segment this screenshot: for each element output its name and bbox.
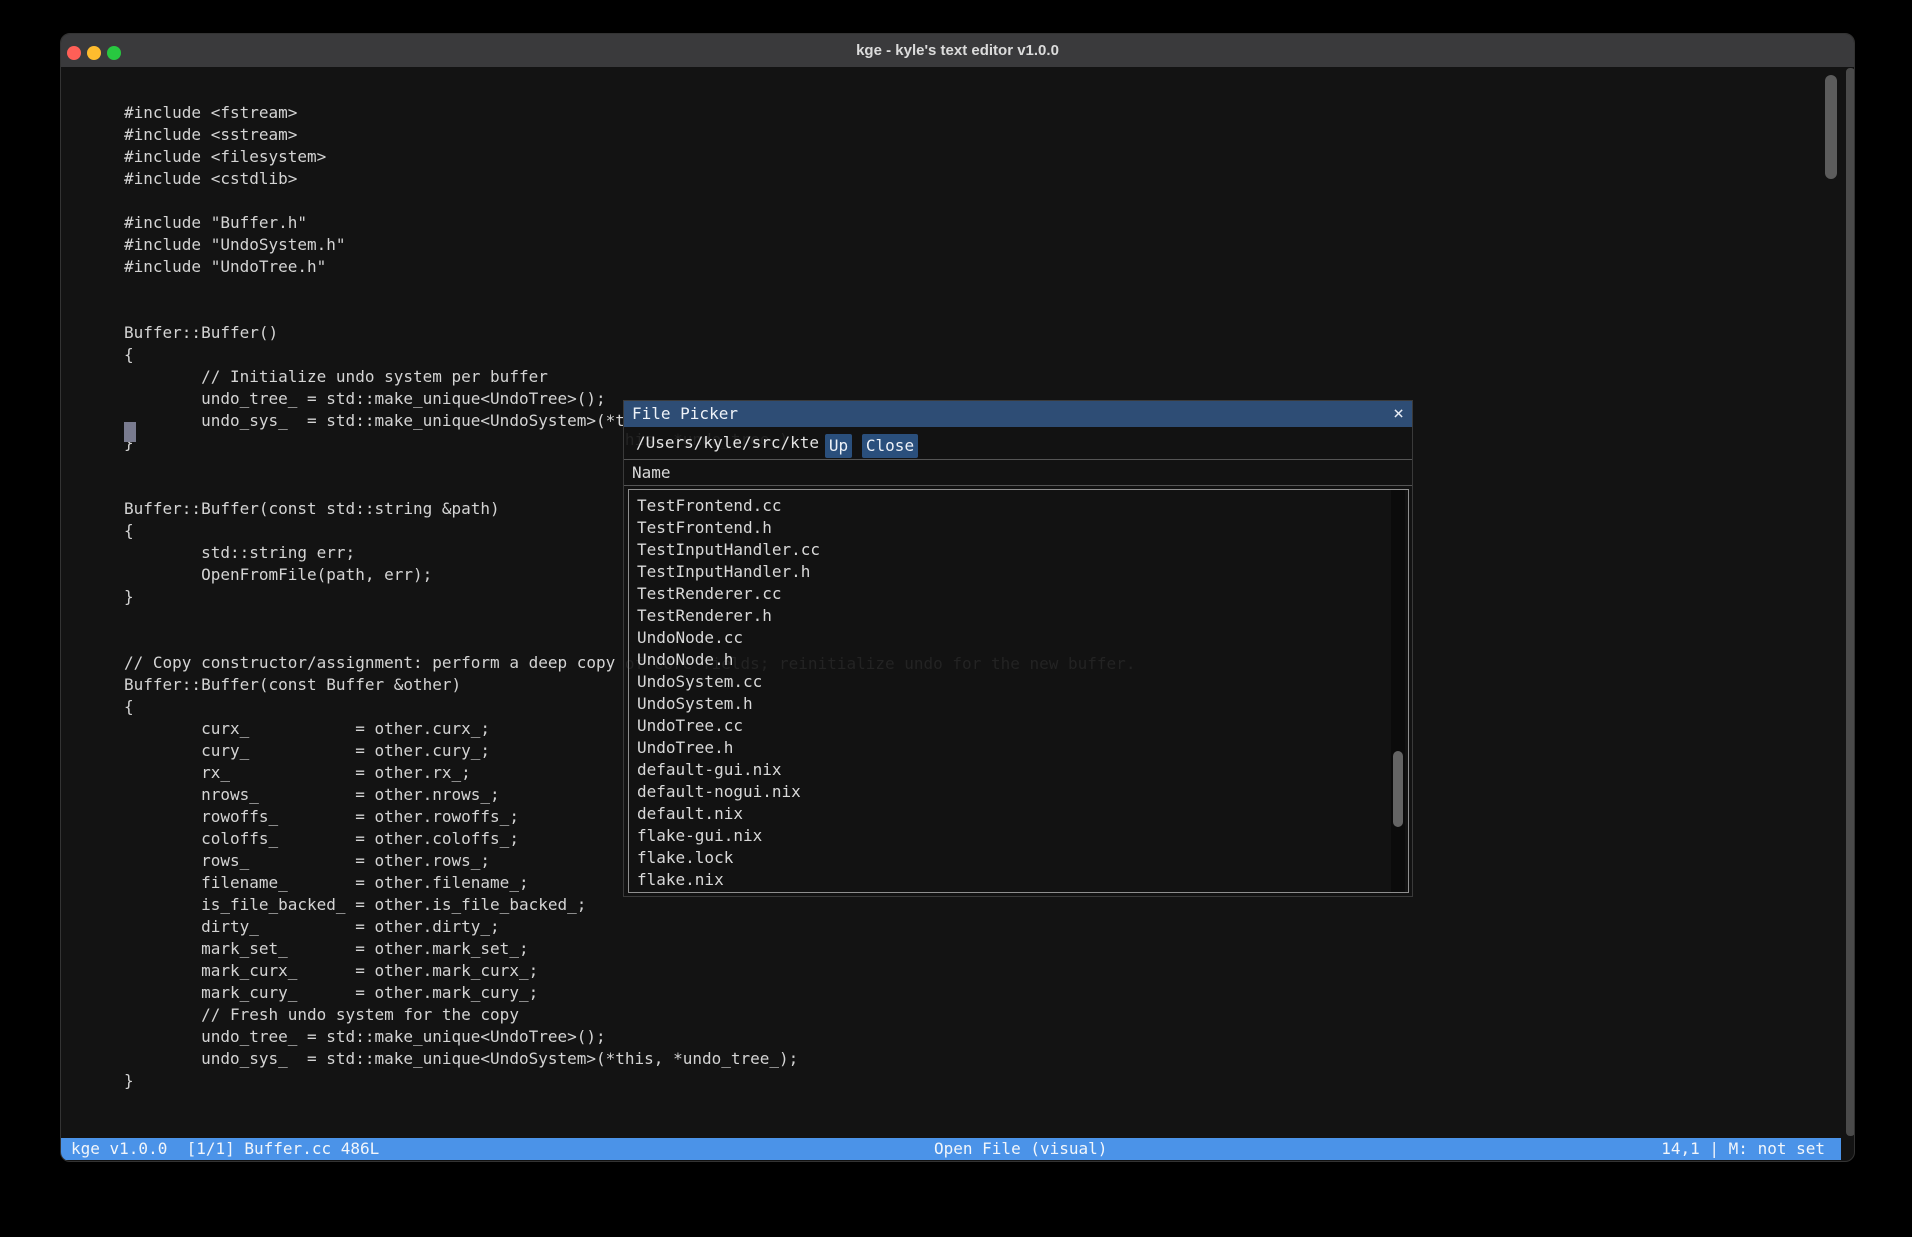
file-list: TestFrontend.cc TestFrontend.h TestInput… <box>628 489 1409 893</box>
dialog-close-icon[interactable]: × <box>1393 401 1404 427</box>
dialog-title-bar[interactable]: File Picker × <box>624 401 1412 427</box>
file-list-item[interactable]: default-nogui.nix <box>629 781 1408 803</box>
file-list-item[interactable]: TestRenderer.cc <box>629 583 1408 605</box>
desktop-background: kge - kyle's text editor v1.0.0 #include… <box>0 0 1912 1237</box>
status-cursor-info: 14,1 | M: not set <box>1661 1138 1825 1160</box>
editor-scrollbar-thumb[interactable] <box>1825 75 1837 179</box>
file-list-item[interactable]: flake-gui.nix <box>629 825 1408 847</box>
file-list-item[interactable]: default-gui.nix <box>629 759 1408 781</box>
current-path: /Users/kyle/src/kte <box>636 432 819 454</box>
file-list-item[interactable]: UndoSystem.cc <box>629 671 1408 693</box>
file-list-item[interactable]: TestInputHandler.h <box>629 561 1408 583</box>
file-list-scrollbar-track[interactable] <box>1391 490 1405 892</box>
file-list-item[interactable]: UndoNode.h <box>629 649 1408 671</box>
dialog-path-row: /Users/kyle/src/kte Up Close <box>624 427 1412 459</box>
window-title-bar: kge - kyle's text editor v1.0.0 <box>61 34 1854 67</box>
status-bar: kge v1.0.0 [1/1] Buffer.cc 486L Open Fil… <box>61 1138 1841 1160</box>
file-list-item[interactable]: UndoNode.cc <box>629 627 1408 649</box>
editor-window: kge - kyle's text editor v1.0.0 #include… <box>60 33 1855 1162</box>
file-list-scrollbar-thumb[interactable] <box>1393 751 1403 827</box>
file-list-item[interactable]: TestRenderer.h <box>629 605 1408 627</box>
window-scrollbar-track[interactable] <box>1846 68 1855 1136</box>
status-file-info: kge v1.0.0 [1/1] Buffer.cc 486L <box>71 1138 379 1160</box>
file-list-item[interactable]: default.nix <box>629 803 1408 825</box>
file-list-item[interactable]: flake.lock <box>629 847 1408 869</box>
file-list-item[interactable]: TestInputHandler.cc <box>629 539 1408 561</box>
file-list-item[interactable]: UndoSystem.h <box>629 693 1408 715</box>
name-column-header: Name <box>632 462 671 484</box>
file-picker-dialog: undo_sys_ = std::make_unique<UndoSystem>… <box>623 400 1413 897</box>
dialog-separator <box>624 459 1412 460</box>
file-list-item[interactable]: TestFrontend.h <box>629 517 1408 539</box>
status-mode-info: Open File (visual) <box>934 1138 1107 1160</box>
dialog-separator <box>624 485 1412 486</box>
file-list-item[interactable]: flake.nix <box>629 869 1408 891</box>
text-cursor <box>124 422 136 442</box>
file-list-item[interactable]: TestFrontend.cc <box>629 495 1408 517</box>
file-list-item[interactable]: UndoTree.h <box>629 737 1408 759</box>
up-button[interactable]: Up <box>825 434 852 458</box>
file-list-item[interactable]: UndoTree.cc <box>629 715 1408 737</box>
dialog-title: File Picker <box>632 401 738 427</box>
close-button[interactable]: Close <box>862 434 918 458</box>
file-list-rows: TestFrontend.cc TestFrontend.h TestInput… <box>629 495 1408 891</box>
window-title: kge - kyle's text editor v1.0.0 <box>61 34 1854 67</box>
